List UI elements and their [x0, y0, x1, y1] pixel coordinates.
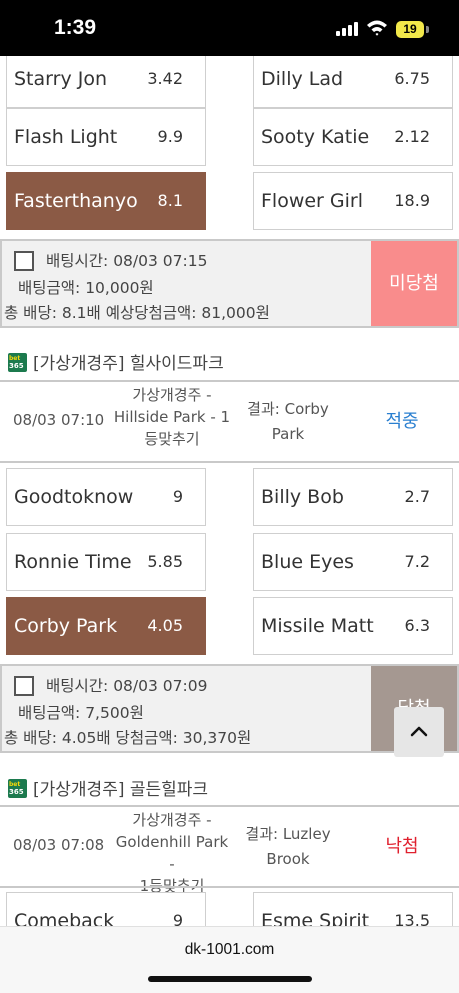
scroll-to-top-button[interactable] [394, 707, 444, 757]
status-time: 1:39 [54, 16, 97, 39]
horse-name: Goodtoknow [14, 486, 134, 508]
race-date: 08/03 07:10 [13, 411, 105, 429]
horse-name: Starry Jon [14, 68, 107, 90]
bet-summary: 배팅시간: 08/03 07:15 배팅금액: 10,000원 총 배당: 8.… [0, 239, 459, 328]
horse-name: Billy Bob [261, 486, 344, 508]
race-info-row: 08/03 07:08 가상개경주 - Goldenhill Park - 1등… [0, 807, 459, 895]
horse-odds: 2.7 [404, 487, 430, 506]
battery-tip [426, 26, 429, 33]
section-title: bet 365 [가상개경주] 힐사이드파크 [8, 349, 224, 374]
horse-odds: 13.5 [394, 911, 430, 926]
horse-option: Billy Bob 2.7 [253, 468, 453, 526]
bet-checkbox[interactable] [14, 251, 34, 271]
horse-name: Ronnie Time [14, 551, 132, 573]
horse-option: Starry Jon 3.42 [6, 56, 206, 108]
horse-option: Flash Light 9.9 [6, 108, 206, 166]
bet-amount: 배팅금액: 7,500원 [18, 704, 144, 722]
horse-option: Goodtoknow 9 [6, 468, 206, 526]
status-bar: 1:39 19 [0, 0, 459, 56]
bet-history-content: Starry Jon 3.42 Dilly Lad 6.75 Flash Lig… [0, 56, 459, 926]
horse-option: Ronnie Time 5.85 [6, 533, 206, 591]
horse-odds: 9 [172, 911, 183, 926]
horse-odds: 9 [172, 487, 183, 506]
cellular-signal-icon [336, 22, 360, 36]
race-result: 결과: Corby Park [247, 400, 329, 443]
race-name: 가상개경주 - Hillside Park - 1 등맞추기 [113, 386, 231, 448]
horse-odds: 2.12 [394, 127, 430, 146]
horse-option: Dilly Lad 6.75 [253, 56, 453, 108]
horse-name: Corby Park [14, 615, 118, 637]
horse-odds: 7.2 [404, 552, 430, 571]
horse-odds: 6.75 [394, 69, 430, 88]
horse-odds: 3.42 [147, 69, 183, 88]
race-name: 가상개경주 - Goldenhill Park - 1등맞추기 [115, 811, 229, 895]
horse-name: Comeback [14, 910, 115, 926]
section-title: bet 365 [가상개경주] 골든힐파크 [8, 775, 209, 800]
browser-bar: dk-1001.com [0, 926, 459, 993]
bet-time: 배팅시간: 08/03 07:09 [46, 677, 208, 695]
race-info-row: 08/03 07:10 가상개경주 - Hillside Park - 1 등맞… [0, 382, 459, 462]
horse-option-selected: Fasterthanyo 8.1 [6, 172, 206, 230]
chevron-up-icon [410, 726, 428, 737]
horse-name: Sooty Katie [261, 126, 370, 148]
bet-checkbox[interactable] [14, 676, 34, 696]
horse-odds: 5.85 [147, 552, 183, 571]
bet-payout: 총 배당: 8.1배 예상당첨금액: 81,000원 [4, 304, 270, 322]
horse-name: Fasterthanyo [14, 190, 138, 212]
horse-option-selected: Corby Park 4.05 [6, 597, 206, 655]
horse-odds: 4.05 [147, 616, 183, 635]
horse-name: Flash Light [14, 126, 118, 148]
horse-name: Dilly Lad [261, 68, 344, 90]
horse-name: Flower Girl [261, 190, 364, 212]
divider [0, 461, 459, 463]
race-outcome: 적중 [385, 411, 419, 432]
bet-amount: 배팅금액: 10,000원 [18, 279, 154, 297]
divider [0, 886, 459, 888]
battery-icon: 19 [396, 21, 424, 38]
section-title-text: [가상개경주] 힐사이드파크 [33, 354, 224, 374]
horse-odds: 8.1 [157, 191, 183, 210]
horse-odds: 9.9 [157, 127, 183, 146]
horse-option: Missile Matt 6.3 [253, 597, 453, 655]
race-outcome: 낙첨 [385, 836, 419, 857]
horse-option: Flower Girl 18.9 [253, 172, 453, 230]
horse-odds: 6.3 [404, 616, 430, 635]
horse-option: Esme Spirit 13.5 [253, 892, 453, 926]
bet-status-badge: 미당첨 [371, 241, 457, 326]
horse-odds: 18.9 [394, 191, 430, 210]
wifi-icon [367, 20, 387, 36]
horse-option: Blue Eyes 7.2 [253, 533, 453, 591]
horse-option: Sooty Katie 2.12 [253, 108, 453, 166]
horse-name: Esme Spirit [261, 910, 370, 926]
url-bar[interactable]: dk-1001.com [0, 941, 459, 959]
section-title-text: [가상개경주] 골든힐파크 [33, 780, 209, 800]
horse-name: Blue Eyes [261, 551, 354, 573]
horse-option: Comeback 9 [6, 892, 206, 926]
bet365-logo-icon: bet 365 [8, 778, 27, 798]
bet-payout: 총 배당: 4.05배 당첨금액: 30,370원 [4, 729, 252, 747]
bet-summary: 배팅시간: 08/03 07:09 배팅금액: 7,500원 총 배당: 4.0… [0, 664, 459, 753]
horse-name: Missile Matt [261, 615, 374, 637]
home-indicator[interactable] [148, 976, 312, 982]
bet-time: 배팅시간: 08/03 07:15 [46, 252, 208, 270]
race-result: 결과: Luzley Brook [245, 825, 331, 868]
bet365-logo-icon: bet 365 [8, 352, 27, 372]
race-date: 08/03 07:08 [13, 836, 105, 854]
